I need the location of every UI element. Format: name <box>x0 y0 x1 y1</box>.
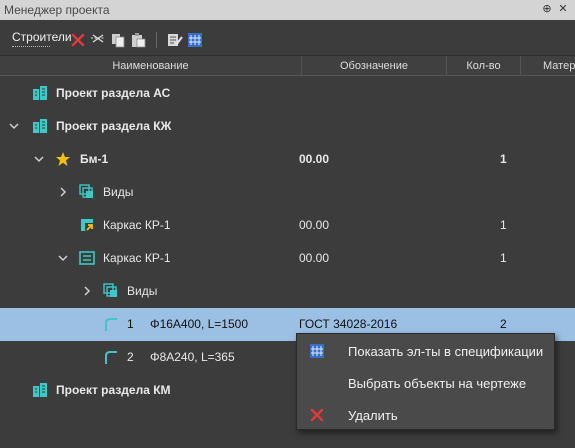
quantity-cell: 2 <box>500 317 507 331</box>
quantity-cell: 1 <box>500 251 507 265</box>
chevron-right-icon[interactable] <box>57 186 69 198</box>
tree-row[interactable]: Виды <box>0 176 575 209</box>
toolbar: Строители <box>0 20 575 56</box>
quantity-cell: 1 <box>500 218 507 232</box>
rebar-icon <box>105 318 117 331</box>
tree-item-label: Каркас КР-1 <box>103 251 171 265</box>
menu-item-label: Выбрать объекты на чертеже <box>348 376 527 391</box>
tree-row[interactable]: Каркас КР-1 00.00 1 <box>0 209 575 242</box>
menu-item-show-in-specification[interactable]: Показать эл-ты в спецификации <box>297 335 554 367</box>
properties-icon[interactable] <box>167 32 183 48</box>
chevron-down-icon[interactable] <box>57 252 69 264</box>
delete-icon[interactable] <box>70 32 86 48</box>
views-icon <box>103 283 117 297</box>
column-material[interactable]: Матер <box>521 56 575 76</box>
column-designation[interactable]: Обозначение <box>302 56 447 76</box>
rebar-icon <box>105 351 117 364</box>
window-title: Менеджер проекта <box>4 3 110 17</box>
toolbar-separator <box>156 32 157 48</box>
tree-item-label: Φ8A240, L=365 <box>150 350 235 364</box>
paste-icon[interactable] <box>130 32 146 48</box>
copy-icon[interactable] <box>110 32 126 48</box>
designation-cell: ГОСТ 34028-2016 <box>299 317 398 331</box>
dropdown-underline <box>12 46 50 47</box>
frame-icon <box>79 251 95 265</box>
tree-item-label: Проект раздела АС <box>56 86 171 100</box>
delete-icon <box>310 408 324 422</box>
tree-item-label: Φ16A400, L=1500 <box>150 317 248 331</box>
tree-item-label: Виды <box>127 284 158 298</box>
frame-import-icon <box>81 219 93 231</box>
building-icon <box>33 383 47 397</box>
context-menu: Показать эл-ты в спецификации Выбрать об… <box>296 333 555 430</box>
window-titlebar: Менеджер проекта ⊕ ✕ <box>0 0 575 20</box>
specification-icon <box>310 344 324 358</box>
column-quantity[interactable]: Кол-во <box>447 56 521 76</box>
tree-item-label: Бм-1 <box>80 152 109 166</box>
designation-cell: 00.00 <box>299 152 330 166</box>
builders-dropdown[interactable]: Строители <box>12 30 72 44</box>
column-name[interactable]: Наименование <box>0 56 302 76</box>
menu-item-delete[interactable]: Удалить <box>297 399 554 431</box>
tree-row[interactable]: Виды <box>0 275 575 308</box>
star-icon <box>56 152 70 166</box>
chevron-down-icon[interactable] <box>8 120 20 132</box>
menu-item-label: Показать эл-ты в спецификации <box>348 344 544 359</box>
menu-item-label: Удалить <box>348 408 398 423</box>
tree-item-label: Виды <box>103 185 134 199</box>
tree-row[interactable]: Бм-1 00.00 1 <box>0 143 575 176</box>
building-icon <box>33 119 47 133</box>
designation-cell: 00.00 <box>299 218 330 232</box>
views-icon <box>79 184 93 198</box>
chevron-down-icon[interactable] <box>33 153 45 165</box>
quantity-cell: 1 <box>500 152 507 166</box>
tree-row[interactable]: Каркас КР-1 00.00 1 <box>0 242 575 275</box>
menu-item-select-on-drawing[interactable]: Выбрать объекты на чертеже <box>297 367 554 399</box>
tree-row[interactable]: Проект раздела АС <box>0 77 575 110</box>
tree-item-label: Проект раздела КМ <box>56 383 171 397</box>
close-icon[interactable]: ✕ <box>556 2 570 16</box>
item-number: 1 <box>127 317 134 331</box>
tree-item-label: Проект раздела КЖ <box>56 119 172 133</box>
building-icon <box>33 86 47 100</box>
specification-icon[interactable] <box>187 32 203 48</box>
pin-icon[interactable]: ⊕ <box>540 2 554 16</box>
cut-icon[interactable] <box>90 32 106 48</box>
tree-row[interactable]: Проект раздела КЖ <box>0 110 575 143</box>
tree-item-label: Каркас КР-1 <box>103 218 171 232</box>
designation-cell: 00.00 <box>299 251 330 265</box>
column-header: Наименование Обозначение Кол-во Матер <box>0 56 575 76</box>
chevron-right-icon[interactable] <box>81 285 93 297</box>
item-number: 2 <box>127 350 134 364</box>
